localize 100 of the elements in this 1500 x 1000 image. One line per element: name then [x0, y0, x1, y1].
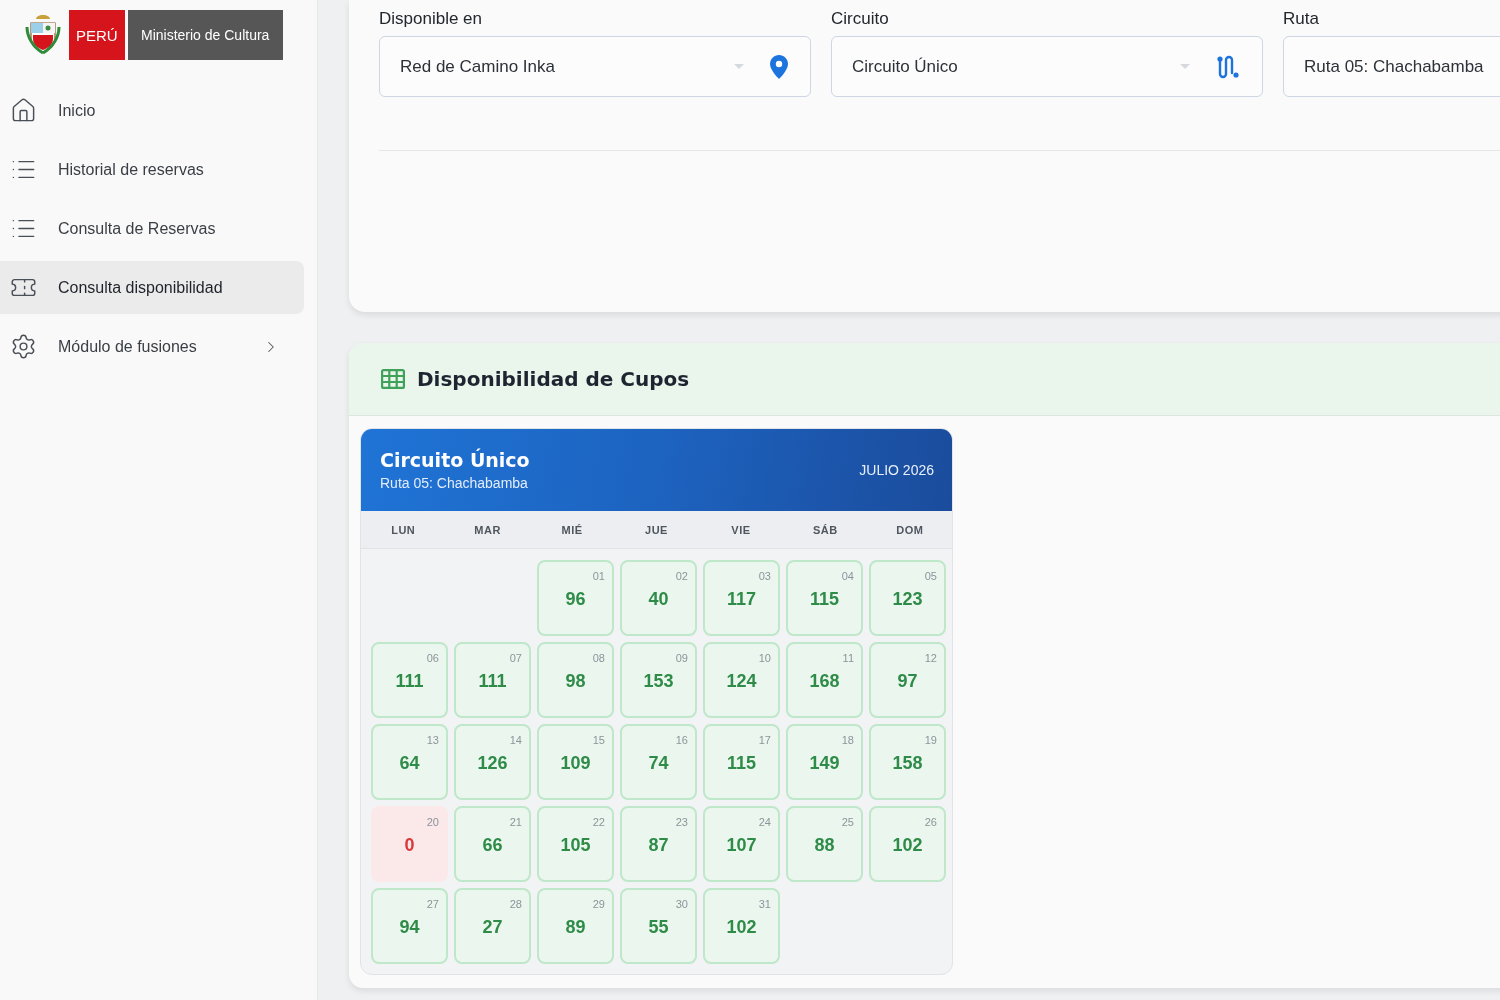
day-number: 16 — [675, 733, 688, 747]
available-day-cell[interactable]: 14 126 — [454, 724, 531, 800]
day-number: 22 — [592, 815, 605, 829]
available-day-cell[interactable]: 31 102 — [703, 888, 780, 964]
day-number: 31 — [758, 897, 771, 911]
slot-count: 107 — [726, 834, 757, 856]
available-day-cell[interactable]: 28 27 — [454, 888, 531, 964]
slot-count: 109 — [560, 752, 591, 774]
available-day-cell[interactable]: 25 88 — [786, 806, 863, 882]
day-number: 13 — [426, 733, 439, 747]
weekday-label: MIÉ — [560, 523, 584, 536]
slot-count: 102 — [892, 834, 923, 856]
available-day-cell[interactable]: 27 94 — [371, 888, 448, 964]
available-day-cell[interactable]: 02 40 — [620, 560, 697, 636]
day-number: 14 — [509, 733, 522, 747]
sidebar-item[interactable]: Consulta disponibilidad — [0, 261, 304, 314]
available-day-cell[interactable]: 01 96 — [537, 560, 614, 636]
sold-out-day-cell[interactable]: 20 0 — [371, 806, 448, 882]
slot-count: 74 — [648, 752, 669, 774]
day-number: 19 — [924, 733, 937, 747]
available-day-cell[interactable]: 03 117 — [703, 560, 780, 636]
slot-count: 40 — [648, 588, 669, 610]
slot-count: 111 — [395, 670, 424, 692]
day-number: 01 — [592, 569, 605, 583]
available-day-cell[interactable]: 06 111 — [371, 642, 448, 718]
day-number: 15 — [592, 733, 605, 747]
weekday-label: JUE — [644, 523, 669, 536]
slot-count: 0 — [404, 834, 415, 856]
day-number: 17 — [758, 733, 771, 747]
ministry-logo-tag: Ministerio de Cultura — [127, 10, 283, 60]
available-day-cell[interactable]: 09 153 — [620, 642, 697, 718]
slot-count: 64 — [399, 752, 420, 774]
select-field[interactable]: Ruta 05: Chachabamba — [1283, 36, 1500, 97]
day-number: 07 — [509, 651, 522, 665]
sidebar-item[interactable]: Consulta de Reservas — [0, 202, 304, 255]
slot-count: 98 — [565, 670, 586, 692]
sidebar-item[interactable]: Módulo de fusiones — [0, 320, 304, 373]
home-icon — [10, 97, 37, 124]
available-day-cell[interactable]: 24 107 — [703, 806, 780, 882]
available-day-cell[interactable]: 07 111 — [454, 642, 531, 718]
available-day-cell[interactable]: 23 87 — [620, 806, 697, 882]
available-day-cell[interactable]: 10 124 — [703, 642, 780, 718]
slot-count: 27 — [482, 916, 503, 938]
slot-count: 126 — [477, 752, 508, 774]
day-number: 30 — [675, 897, 688, 911]
slot-count: 55 — [648, 916, 669, 938]
slot-count: 88 — [814, 834, 835, 856]
section-title: Disponibilidad de Cupos — [417, 367, 690, 391]
weekday-label: SÁB — [812, 523, 839, 536]
available-day-cell[interactable]: 29 89 — [537, 888, 614, 964]
day-number: 09 — [675, 651, 688, 665]
available-day-cell[interactable]: 17 115 — [703, 724, 780, 800]
slot-count: 111 — [478, 670, 507, 692]
select-field[interactable]: Circuito Único — [831, 36, 1263, 97]
field-label: Circuito — [831, 8, 890, 29]
sidebar-item[interactable]: Historial de reservas — [0, 143, 304, 196]
coat-of-arms-icon — [25, 13, 61, 57]
day-number: 24 — [758, 815, 771, 829]
available-day-cell[interactable]: 22 105 — [537, 806, 614, 882]
day-number: 20 — [426, 815, 439, 829]
slot-count: 153 — [643, 670, 674, 692]
weekday-label: DOM — [895, 523, 925, 536]
day-number: 08 — [592, 651, 605, 665]
slot-count: 115 — [809, 588, 839, 610]
day-number: 28 — [509, 897, 522, 911]
day-number: 29 — [592, 897, 605, 911]
day-number: 10 — [758, 651, 771, 665]
calendar-month: JULIO 2026 — [859, 462, 934, 478]
slot-count: 168 — [809, 670, 840, 692]
caret-icon — [734, 64, 744, 69]
select-field[interactable]: Red de Camino Inka — [379, 36, 811, 97]
available-day-cell[interactable]: 19 158 — [869, 724, 946, 800]
table-grid-icon — [381, 369, 405, 389]
day-number: 23 — [675, 815, 688, 829]
slot-count: 105 — [560, 834, 591, 856]
day-number: 02 — [675, 569, 688, 583]
available-day-cell[interactable]: 04 115 — [786, 560, 863, 636]
day-number: 11 — [842, 651, 854, 665]
slot-count: 66 — [482, 834, 503, 856]
day-number: 04 — [841, 569, 854, 583]
available-day-cell[interactable]: 15 109 — [537, 724, 614, 800]
map-pin-icon — [770, 54, 788, 79]
sidebar-item[interactable]: Inicio — [0, 84, 304, 137]
available-day-cell[interactable]: 12 97 — [869, 642, 946, 718]
slot-count: 94 — [399, 916, 420, 938]
available-day-cell[interactable]: 21 66 — [454, 806, 531, 882]
available-day-cell[interactable]: 16 74 — [620, 724, 697, 800]
peru-logo-tag: PERÚ — [69, 10, 125, 60]
available-day-cell[interactable]: 18 149 — [786, 724, 863, 800]
available-day-cell[interactable]: 11 168 — [786, 642, 863, 718]
day-number: 03 — [758, 569, 771, 583]
available-day-cell[interactable]: 13 64 — [371, 724, 448, 800]
slot-count: 124 — [726, 670, 757, 692]
available-day-cell[interactable]: 26 102 — [869, 806, 946, 882]
available-day-cell[interactable]: 08 98 — [537, 642, 614, 718]
available-day-cell[interactable]: 30 55 — [620, 888, 697, 964]
slot-count: 158 — [892, 752, 923, 774]
field-label: Ruta — [1283, 8, 1320, 29]
available-day-cell[interactable]: 05 123 — [869, 560, 946, 636]
day-number: 26 — [924, 815, 937, 829]
